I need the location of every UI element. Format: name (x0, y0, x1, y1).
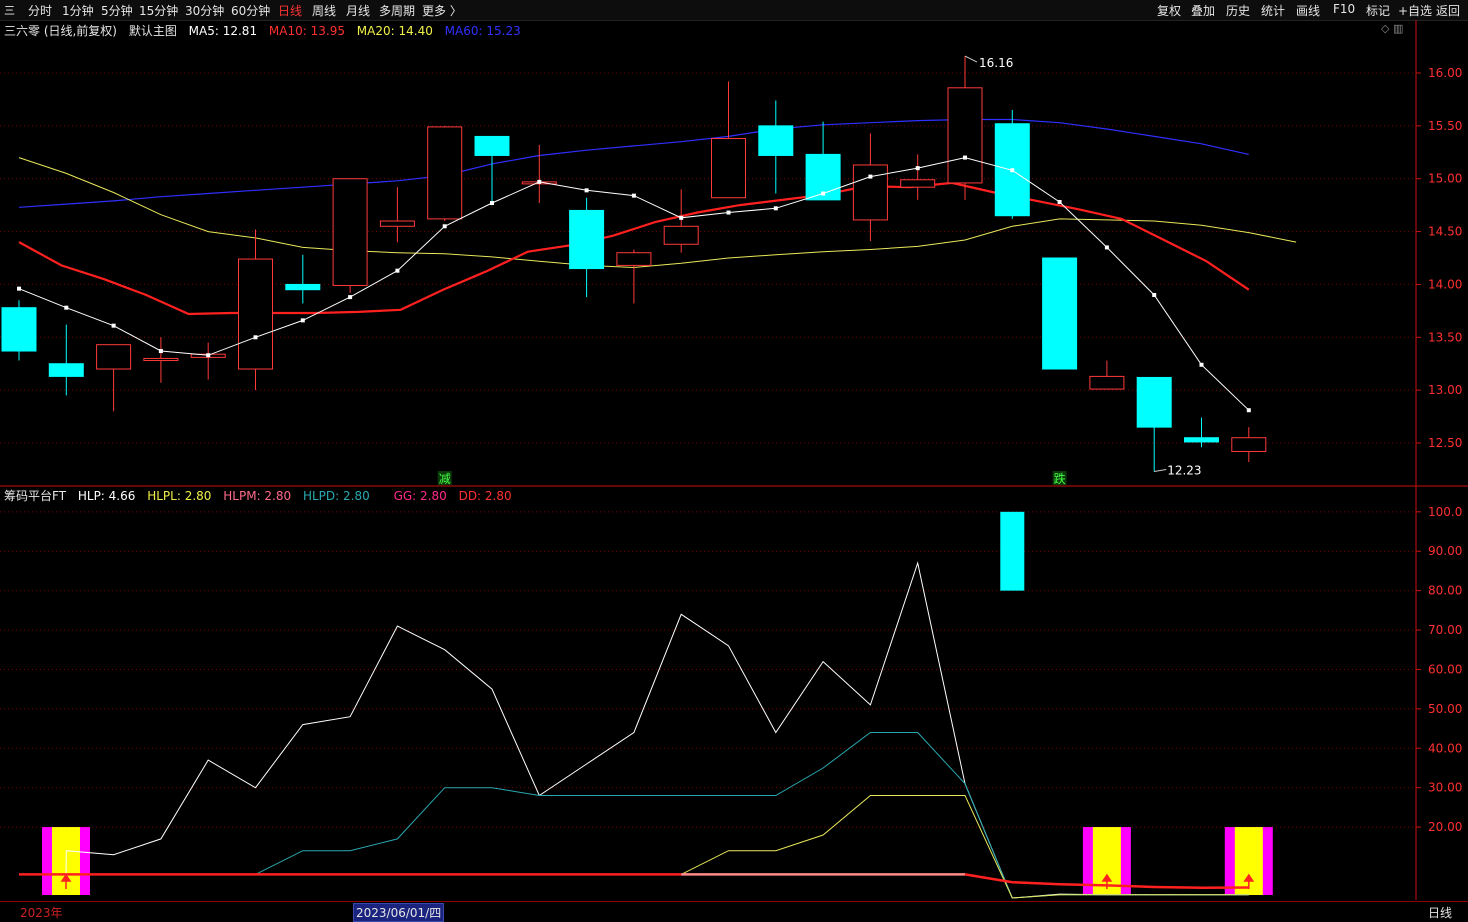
candle-body-up (332, 178, 368, 286)
ma5-point (868, 174, 873, 179)
sub-tick-label: 70.00 (1428, 623, 1462, 637)
cursor-date: 2023/06/01/四 (353, 903, 445, 922)
candle-body-up (1089, 375, 1125, 390)
ma5-point (1152, 293, 1157, 297)
main-tick-label: 15.50 (1428, 119, 1462, 133)
high-pointer (964, 55, 978, 63)
period-label: 日线 (1428, 906, 1453, 920)
ma5-point (1104, 245, 1109, 250)
candle-body-down (758, 125, 794, 156)
ma5-point (679, 215, 684, 220)
cyan-column (1000, 511, 1025, 591)
candle-body-down (1184, 437, 1219, 443)
main-tick-label: 15.00 (1428, 172, 1462, 186)
candle-body-down (48, 363, 84, 377)
ma5-point (915, 166, 920, 171)
candle-body-up (900, 179, 936, 188)
candle-body-up (711, 138, 746, 199)
series-hlpl (66, 795, 1249, 899)
main-tick-label: 13.50 (1428, 330, 1462, 344)
ma5-point (773, 206, 778, 211)
candle-body-up (379, 220, 415, 227)
sub-tick-label: 20.00 (1428, 820, 1462, 834)
low-pointer (1154, 469, 1167, 473)
high-label: 16.16 (979, 56, 1013, 70)
chart-canvas[interactable]: 16.00 15.50 15.00 14.50 14.00 13.50 13.00 12.50… (0, 0, 1468, 920)
main-tick-label: 14.50 (1428, 225, 1462, 239)
candle-body-down (569, 209, 605, 270)
ma5-point (537, 179, 542, 184)
candle-body-up (96, 344, 132, 370)
ma5-point (17, 286, 21, 291)
ma5-point (631, 193, 636, 198)
ma5-point (726, 210, 731, 215)
ma5-point (1010, 168, 1015, 173)
candle-body-up (427, 126, 463, 220)
jian-marker: 减 (439, 472, 451, 486)
low-label: 12.23 (1167, 464, 1201, 478)
sub-tick-label: 90.00 (1428, 544, 1462, 558)
candle-body-up (616, 252, 652, 266)
ma5-point (111, 323, 116, 328)
candle-body-up (143, 357, 179, 362)
sub-tick-label: 30.00 (1428, 781, 1462, 795)
die-marker: 跌 (1054, 471, 1066, 486)
candle-body-down (1042, 257, 1078, 370)
main-tick-label: 12.50 (1428, 436, 1462, 450)
candle-body-down (1, 307, 37, 352)
bottom-bar: 2023年 2023/06/01/四 日线 (0, 901, 1468, 922)
candle-body-up (1231, 437, 1267, 452)
candle-body-up (852, 164, 888, 221)
candle-body-up (238, 258, 273, 370)
sub-tick-label: 60.00 (1428, 662, 1462, 676)
sub-tick-label: 100.0 (1428, 505, 1462, 519)
ma5-point (253, 335, 258, 340)
ma5-point (490, 201, 494, 206)
year-label: 2023年 (20, 906, 63, 920)
ma5-point (64, 305, 69, 310)
ma5-point (206, 353, 211, 358)
ma5-point (821, 191, 826, 196)
candle-body-up (947, 87, 983, 184)
ma5-point (1199, 362, 1204, 367)
ma5-point (348, 295, 353, 300)
ma5-point (1246, 408, 1251, 413)
candle-body-up (663, 225, 699, 245)
sub-tick-label: 40.00 (1428, 741, 1462, 755)
ma20-line (18, 157, 1297, 269)
ma5-point (584, 188, 589, 193)
candle-body-down (285, 283, 321, 291)
series-hlp (65, 561, 1249, 899)
ma5-point (158, 349, 163, 354)
ma5-point (395, 268, 400, 273)
ma5-point (1057, 199, 1062, 204)
sub-tick-label: 50.00 (1428, 702, 1462, 716)
ma5-point (442, 224, 447, 229)
candle-body-down (474, 135, 510, 156)
ma5-point (963, 155, 967, 160)
candle-body-down (1136, 376, 1172, 428)
ma5-point (300, 318, 305, 323)
main-tick-label: 16.00 (1428, 66, 1462, 80)
sub-tick-label: 80.00 (1428, 584, 1462, 598)
main-tick-label: 14.00 (1428, 277, 1462, 291)
main-tick-label: 13.00 (1428, 383, 1462, 397)
